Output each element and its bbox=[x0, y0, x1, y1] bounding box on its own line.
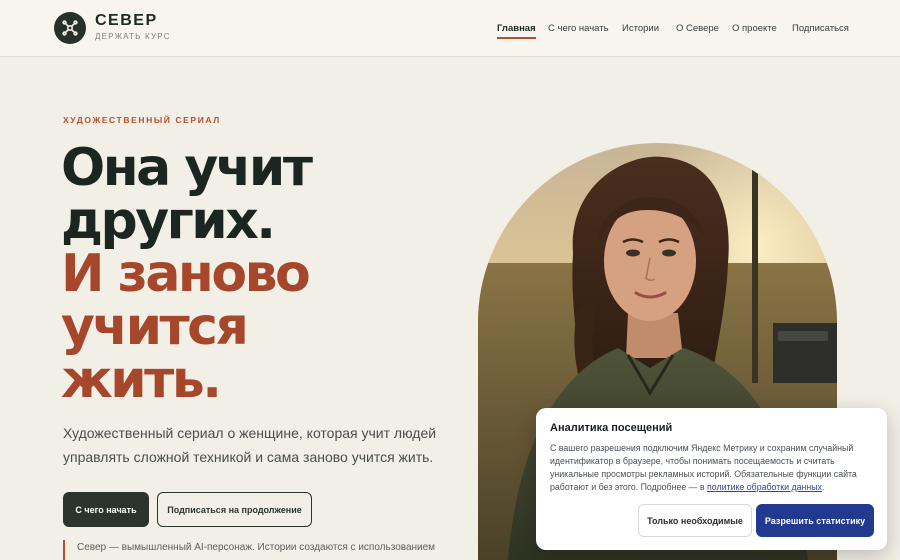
start-button[interactable]: С чего начать bbox=[63, 492, 149, 527]
headline-accent-line: учится bbox=[61, 297, 249, 357]
ai-disclaimer: Север — вымышленный AI-персонаж. Истории… bbox=[63, 540, 453, 560]
nav-item-home[interactable]: Главная bbox=[497, 23, 536, 39]
headline-line: Она учит bbox=[61, 138, 313, 198]
hero-headline: Она учит других. И заново учится жить. bbox=[61, 142, 461, 407]
nav-item-start[interactable]: С чего начать bbox=[548, 23, 609, 34]
nav-item-stories[interactable]: Истории bbox=[622, 23, 659, 34]
site-header: СЕВЕР ДЕРЖАТЬ КУРС Главная С чего начать… bbox=[0, 0, 900, 57]
allow-statistics-button[interactable]: Разрешить статистику bbox=[756, 504, 874, 537]
analytics-consent-dialog: Аналитика посещений С вашего разрешения … bbox=[536, 408, 887, 550]
nav-item-subscribe[interactable]: Подписаться bbox=[792, 23, 849, 34]
consent-title: Аналитика посещений bbox=[550, 422, 673, 434]
subscribe-continuation-button[interactable]: Подписаться на продолжение bbox=[157, 492, 312, 527]
consent-text-end: . bbox=[821, 482, 825, 492]
headline-line: других. bbox=[61, 191, 276, 251]
necessary-only-button[interactable]: Только необходимые bbox=[638, 504, 752, 537]
main-nav: Главная С чего начать Истории О Севере О… bbox=[0, 23, 900, 39]
consent-text: С вашего разрешения подключим Яндекс Мет… bbox=[550, 442, 873, 494]
hero-eyebrow: ХУДОЖЕСТВЕННЫЙ СЕРИАЛ bbox=[63, 115, 221, 125]
nav-item-about-project[interactable]: О проекте bbox=[732, 23, 777, 34]
hero-lead: Художественный сериал о женщине, которая… bbox=[63, 425, 437, 465]
headline-accent-line: жить. bbox=[61, 350, 222, 410]
privacy-policy-link[interactable]: политике обработки данных bbox=[707, 482, 822, 492]
headline-accent-line: И заново bbox=[61, 244, 311, 304]
nav-item-about-sever[interactable]: О Севере bbox=[676, 23, 719, 34]
